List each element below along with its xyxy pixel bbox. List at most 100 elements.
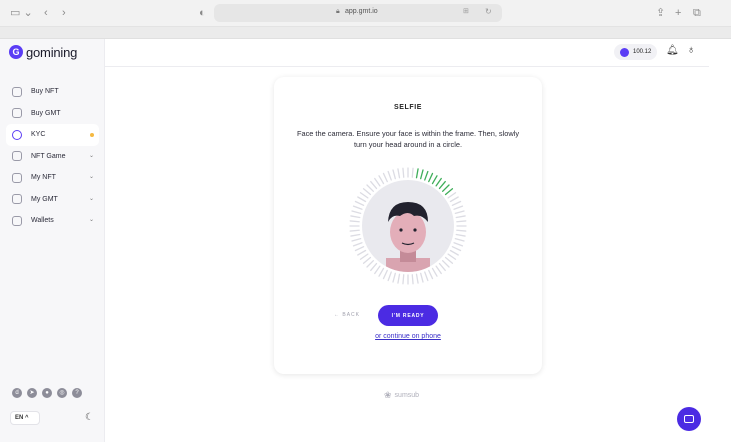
progress-tick	[350, 233, 361, 237]
progress-tick	[352, 242, 363, 247]
user-icon[interactable]: ♁	[687, 44, 695, 56]
sidebar-item-my-nft[interactable]: My NFT ⌄	[6, 167, 99, 189]
progress-tick	[352, 205, 363, 210]
social-links: d ➤ ● ◎ ?	[12, 388, 82, 398]
chevron-down-icon: ⌄	[88, 217, 94, 223]
address-bar[interactable]: 🔒︎ app.gmt.io ⊞ ↻	[214, 4, 502, 22]
progress-tick	[441, 259, 450, 268]
privacy-shield-icon[interactable]: ◐	[199, 6, 206, 20]
progress-tick	[359, 192, 369, 199]
shield-check-icon	[12, 129, 22, 140]
discord-icon[interactable]: d	[12, 388, 22, 398]
progress-tick-complete	[441, 184, 450, 193]
logo-mark-icon: G	[9, 45, 23, 59]
progress-tick	[420, 272, 424, 283]
progress-tick-complete	[444, 188, 454, 196]
sumsub-logo-icon: ❀	[384, 390, 392, 400]
progress-tick	[387, 271, 392, 282]
progress-tick	[455, 215, 466, 219]
browser-back-icon[interactable]: ‹	[44, 6, 48, 20]
bag-icon	[12, 86, 22, 97]
bell-icon[interactable]: 🔔︎	[666, 45, 679, 56]
progress-tick	[449, 249, 459, 256]
sidebar-item-label: Buy GMT	[31, 109, 61, 117]
sidebar-menu: Buy NFT Buy GMT KYC NFT Game ⌄ My NFT ⌄ …	[6, 81, 99, 232]
telegram-icon[interactable]: ➤	[27, 388, 37, 398]
status-dot	[90, 133, 94, 137]
browser-forward-icon[interactable]: ›	[62, 6, 66, 20]
sidebar-item-label: Buy NFT	[31, 88, 59, 96]
sidebar-item-kyc[interactable]: KYC	[6, 124, 99, 146]
progress-tick	[431, 267, 438, 277]
progress-tick	[351, 238, 362, 242]
progress-tick	[350, 215, 361, 219]
sidebar-item-label: Wallets	[31, 217, 54, 225]
chat-icon	[684, 415, 694, 423]
progress-tick	[411, 274, 414, 285]
progress-tick	[362, 256, 372, 264]
progress-tick	[444, 256, 454, 264]
instagram-icon[interactable]: ◎	[57, 388, 67, 398]
progress-tick	[455, 233, 466, 237]
sidebar-item-my-gmt[interactable]: My GMT ⌄	[6, 189, 99, 211]
progress-tick	[411, 167, 414, 178]
progress-tick	[392, 272, 396, 283]
progress-tick	[435, 265, 442, 275]
logo[interactable]: G gomining	[9, 44, 77, 60]
sidebar-item-wallets[interactable]: Wallets ⌄	[6, 210, 99, 232]
nft-icon	[12, 172, 22, 183]
sidebar-item-buy-nft[interactable]: Buy NFT	[6, 81, 99, 103]
progress-tick	[366, 259, 375, 268]
continue-on-phone-link[interactable]: or continue on phone	[274, 333, 542, 340]
progress-tick	[454, 210, 465, 214]
sidebar-item-nft-game[interactable]: NFT Game ⌄	[6, 146, 99, 168]
translate-icon[interactable]: ⊞	[463, 7, 469, 15]
progress-tick	[357, 196, 367, 203]
gmt-coin-icon	[620, 47, 629, 57]
coin-icon	[12, 194, 22, 205]
progress-tick	[451, 246, 462, 252]
new-tab-icon[interactable]: +	[675, 6, 681, 20]
progress-tick	[438, 262, 446, 272]
progress-ring	[349, 167, 467, 285]
tab-overview-icon[interactable]: ⧉	[693, 6, 701, 20]
progress-tick	[359, 253, 369, 260]
progress-tick	[397, 168, 401, 179]
balance-badge[interactable]: 100.12	[614, 44, 658, 60]
card-title: SELFIE	[393, 104, 423, 111]
kyc-card: SELFIE Face the camera. Ensure your face…	[274, 77, 542, 374]
progress-tick	[397, 273, 401, 284]
address-url: app.gmt.io	[345, 8, 378, 15]
provider-name: sumsub	[394, 392, 420, 399]
progress-tick	[447, 192, 457, 199]
share-icon[interactable]: ⇪	[656, 6, 665, 20]
back-button[interactable]: ← BACK	[334, 312, 360, 318]
progress-tick	[378, 175, 385, 185]
chevron-down-icon: ⌄	[88, 174, 94, 180]
provider-footer: ❀ sumsub	[384, 390, 419, 401]
support-chat-button[interactable]	[677, 407, 701, 431]
sidebar-item-buy-gmt[interactable]: Buy GMT	[6, 103, 99, 125]
balance-amount: 100.12	[633, 49, 652, 55]
progress-tick	[354, 246, 365, 252]
help-icon[interactable]: ?	[72, 388, 82, 398]
language-selector[interactable]: EN ^	[10, 411, 40, 425]
progress-tick	[349, 220, 360, 223]
card-icon	[12, 108, 22, 119]
sidebar-item-label: KYC	[31, 131, 46, 139]
dark-mode-icon[interactable]: ☾	[85, 412, 94, 423]
progress-tick	[453, 242, 464, 247]
progress-tick	[362, 188, 372, 196]
progress-tick	[374, 177, 381, 187]
ready-button[interactable]: I'M READY	[378, 305, 438, 326]
lock-icon: 🔒︎	[336, 8, 340, 15]
progress-tick-complete	[435, 177, 442, 187]
progress-tick	[387, 170, 392, 181]
progress-tick	[351, 210, 362, 214]
sidebar-toggle-icon[interactable]: ▭ ⌄	[10, 6, 33, 20]
medium-icon[interactable]: ●	[42, 388, 52, 398]
progress-tick	[428, 269, 434, 280]
progress-tick-complete	[428, 172, 434, 183]
progress-tick	[357, 249, 367, 256]
reload-icon[interactable]: ↻	[485, 7, 492, 16]
